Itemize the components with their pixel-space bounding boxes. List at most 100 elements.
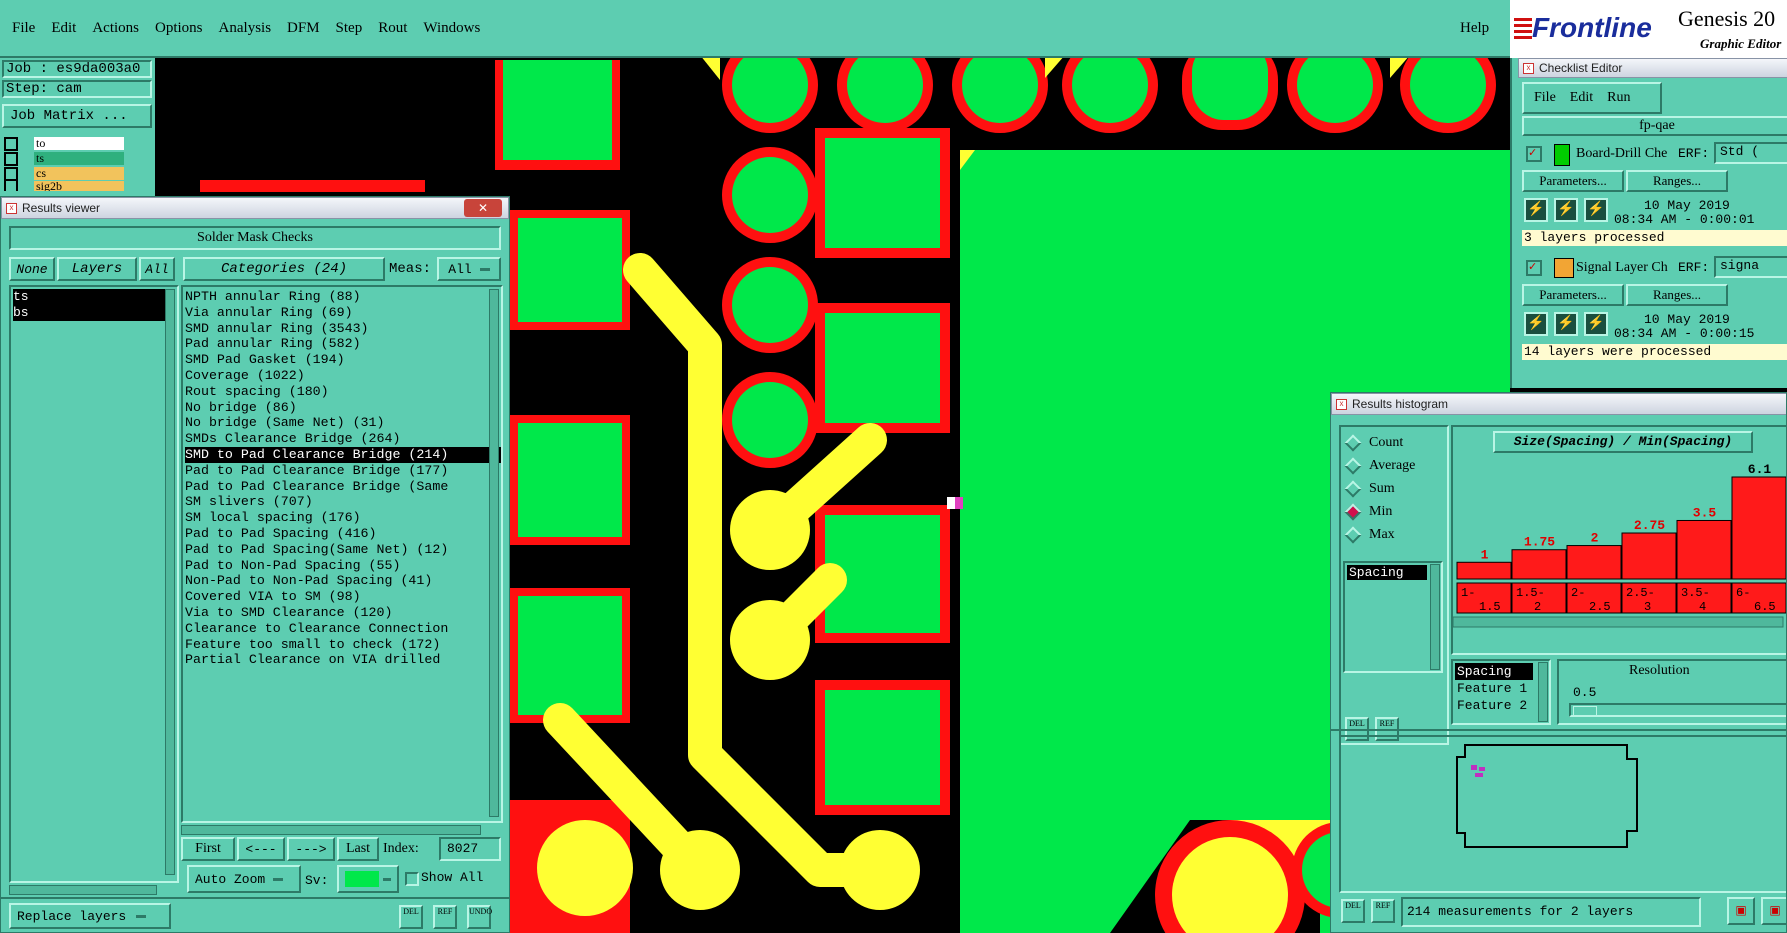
histogram-bar[interactable] xyxy=(1566,545,1622,580)
list-item[interactable]: SMD annular Ring (3543) xyxy=(185,321,501,337)
last-button[interactable]: Last xyxy=(337,837,379,861)
layer-chip[interactable]: to xyxy=(34,137,124,150)
run-icon[interactable]: ⚡ xyxy=(1554,198,1578,222)
list-item[interactable]: Pad to Pad Clearance Bridge (Same xyxy=(185,479,501,495)
menu-windows[interactable]: Windows xyxy=(423,20,480,37)
list-item[interactable]: Pad to Pad Spacing(Same Net) (12) xyxy=(185,542,501,558)
del-icon[interactable]: DEL xyxy=(399,905,423,929)
list-item[interactable]: No bridge (Same Net) (31) xyxy=(185,415,501,431)
field-item[interactable]: Feature 1 xyxy=(1455,680,1549,697)
list-item[interactable]: Via to SMD Clearance (120) xyxy=(185,605,501,621)
parameters-button[interactable]: Parameters... xyxy=(1522,170,1624,192)
parameters-button[interactable]: Parameters... xyxy=(1522,284,1624,306)
list-item[interactable]: Via annular Ring (69) xyxy=(185,305,501,321)
layer-chip[interactable]: ts xyxy=(34,152,124,165)
run-icon[interactable]: ⚡ xyxy=(1524,312,1548,336)
histogram-bar[interactable] xyxy=(1456,561,1512,580)
erf-value[interactable]: signa xyxy=(1714,256,1787,278)
zoom-fit-icon[interactable]: ▣ xyxy=(1727,897,1755,925)
histogram-bar[interactable] xyxy=(1731,476,1786,580)
undo-icon[interactable]: UNDO xyxy=(467,905,492,929)
list-item[interactable]: No bridge (86) xyxy=(185,400,501,416)
measure-scrollbar[interactable] xyxy=(1430,564,1440,670)
menu-actions[interactable]: Actions xyxy=(92,20,139,37)
list-item[interactable]: SMDs Clearance Bridge (264) xyxy=(185,431,501,447)
fields-scrollbar[interactable] xyxy=(1538,662,1548,722)
checklist-titlebar[interactable]: x Checklist Editor xyxy=(1518,58,1787,78)
menu-options[interactable]: Options xyxy=(155,20,203,37)
layers-button[interactable]: Layers xyxy=(57,257,137,281)
index-input[interactable]: 8027 xyxy=(439,837,501,861)
list-item[interactable]: NPTH annular Ring (88) xyxy=(185,289,501,305)
job-matrix-button[interactable]: Job Matrix ... xyxy=(2,104,152,128)
list-item[interactable]: ts xyxy=(13,289,167,305)
menu-edit[interactable]: Edit xyxy=(51,20,76,37)
histogram-bar[interactable] xyxy=(1621,532,1677,580)
run-icon[interactable]: ⚡ xyxy=(1524,198,1548,222)
layers-scrollbar[interactable] xyxy=(165,289,175,875)
check-name[interactable]: Signal Layer Ch xyxy=(1576,260,1668,276)
run-icon[interactable]: ⚡ xyxy=(1584,198,1608,222)
zoom-dropdown[interactable]: Auto Zoom xyxy=(187,865,301,893)
menu-step[interactable]: Step xyxy=(336,20,363,37)
overview-map[interactable] xyxy=(1339,735,1786,893)
next-button[interactable]: ---> xyxy=(287,837,335,861)
list-item[interactable]: Non-Pad to Non-Pad Spacing (41) xyxy=(185,573,501,589)
field-item-selected[interactable]: Spacing xyxy=(1455,663,1533,680)
chart-hscroll[interactable] xyxy=(1453,616,1784,628)
list-item[interactable]: SM local spacing (176) xyxy=(185,510,501,526)
ranges-button[interactable]: Ranges... xyxy=(1626,284,1728,306)
list-item[interactable]: Covered VIA to SM (98) xyxy=(185,589,501,605)
list-item[interactable]: SMD Pad Gasket (194) xyxy=(185,352,501,368)
close-icon[interactable]: ✕ xyxy=(464,199,502,217)
categories-scrollbar[interactable] xyxy=(489,289,499,817)
run-icon[interactable]: ⚡ xyxy=(1554,312,1578,336)
ranges-button[interactable]: Ranges... xyxy=(1626,170,1728,192)
checklist-menu-file[interactable]: File xyxy=(1534,90,1556,106)
check-enabled-checkbox[interactable]: ✓ xyxy=(1526,260,1542,276)
run-icon[interactable]: ⚡ xyxy=(1584,312,1608,336)
menu-dfm[interactable]: DFM xyxy=(287,20,320,37)
option-min[interactable]: Min xyxy=(1341,500,1447,523)
ref-icon[interactable]: REF xyxy=(1371,899,1395,923)
menu-rout[interactable]: Rout xyxy=(378,20,407,37)
zoom-fit-icon[interactable]: ▣ xyxy=(1761,897,1786,925)
list-item-selected[interactable]: SMD to Pad Clearance Bridge (214) xyxy=(185,446,501,463)
list-item[interactable]: Partial Clearance on VIA drilled xyxy=(185,652,501,668)
first-button[interactable]: First xyxy=(181,837,235,861)
none-button[interactable]: None xyxy=(9,257,55,281)
list-item[interactable]: bs xyxy=(13,304,167,321)
checklist-menu-edit[interactable]: Edit xyxy=(1570,90,1593,106)
show-all-checkbox[interactable] xyxy=(405,872,419,886)
categories-hscroll[interactable] xyxy=(181,825,481,835)
menu-help[interactable]: Help xyxy=(1460,20,1489,37)
layers-hscroll[interactable] xyxy=(9,885,157,895)
histogram-bar[interactable] xyxy=(1676,519,1732,580)
sv-color-dropdown[interactable] xyxy=(337,865,399,893)
prev-button[interactable]: <--- xyxy=(237,837,285,861)
option-sum[interactable]: Sum xyxy=(1341,477,1447,500)
list-item[interactable]: Pad to Pad Spacing (416) xyxy=(185,526,501,542)
menu-file[interactable]: File xyxy=(12,20,35,37)
replace-layers-dropdown[interactable]: Replace layers xyxy=(9,903,171,929)
list-item[interactable]: SM slivers (707) xyxy=(185,494,501,510)
list-item[interactable]: Coverage (1022) xyxy=(185,368,501,384)
checklist-menu-run[interactable]: Run xyxy=(1607,90,1630,106)
layer-chip[interactable]: sig2b xyxy=(34,181,124,191)
del-icon[interactable]: DEL xyxy=(1341,899,1365,923)
resolution-slider[interactable] xyxy=(1569,703,1786,717)
categories-button[interactable]: Categories (24) xyxy=(183,257,385,281)
list-item[interactable]: Clearance to Clearance Connection xyxy=(185,621,501,637)
list-item[interactable]: Feature too small to check (172) xyxy=(185,637,501,653)
option-average[interactable]: Average xyxy=(1341,454,1447,477)
histogram-titlebar[interactable]: x Results histogram xyxy=(1331,393,1786,415)
histogram-bar[interactable] xyxy=(1511,549,1567,580)
list-item-selected[interactable]: Spacing xyxy=(1347,565,1427,580)
option-max[interactable]: Max xyxy=(1341,523,1447,546)
layer-chip[interactable]: cs xyxy=(34,167,124,180)
list-item[interactable]: Pad to Non-Pad Spacing (55) xyxy=(185,558,501,574)
results-viewer-titlebar[interactable]: x Results viewer ✕ xyxy=(1,197,509,219)
erf-value[interactable]: Std ( xyxy=(1714,142,1787,164)
list-item[interactable]: Rout spacing (180) xyxy=(185,384,501,400)
menu-analysis[interactable]: Analysis xyxy=(219,20,272,37)
